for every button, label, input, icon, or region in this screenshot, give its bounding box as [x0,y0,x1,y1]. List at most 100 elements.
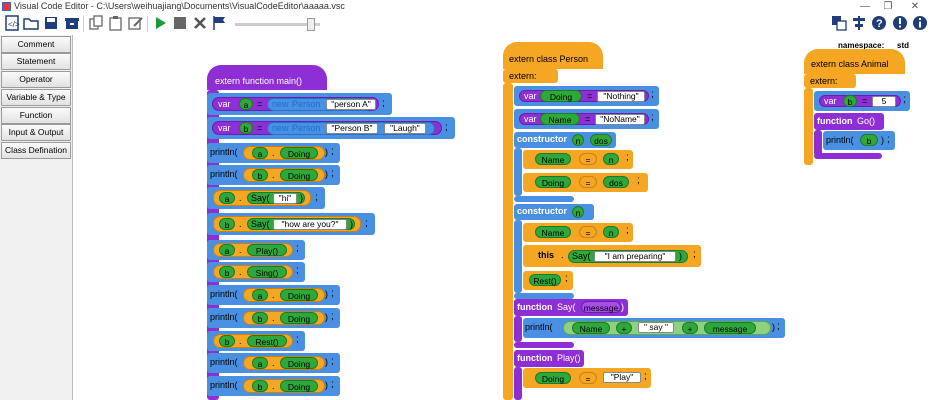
sidebar-item-class-defination[interactable]: Class Defination [1,142,71,159]
person-ctor1-assign-doing[interactable]: Doing = dos ; [523,173,648,192]
toolbar-separator [147,16,148,32]
assign-value: dos [603,176,629,188]
translate-icon[interactable] [830,15,848,33]
object-name: b [219,218,235,230]
person-say-println[interactable]: println( Name + " say " + message ) ; [523,318,785,338]
string-literal[interactable]: "NoName" [595,114,645,125]
semicolon: ; [777,321,780,332]
dot-operator: . [239,219,242,229]
person-class-header[interactable]: extern class Person [503,42,603,69]
close-button[interactable]: ✕ [905,0,925,13]
person-constructor-2-header[interactable]: constructor n [514,204,594,220]
param-dos[interactable]: dos [590,134,612,146]
sidebar-item-function[interactable]: Function [1,107,71,124]
string-literal[interactable]: "Person B" [326,123,378,134]
new-keyword: new [272,123,289,133]
semicolon: ; [445,122,448,133]
close-paren: ) [679,251,682,261]
flag-icon[interactable] [210,15,228,33]
close-paren: ) [325,380,328,390]
run-icon[interactable] [151,15,169,33]
restore-button[interactable]: ❐ [878,0,898,13]
assign-operator: = [579,153,597,165]
code-canvas[interactable]: extern function main() var a = new Person "pe… [74,35,931,400]
main-statement[interactable]: println(b. Doing); [207,376,340,396]
new-file-icon[interactable]: </> [3,15,21,33]
param-message[interactable]: message [581,301,621,313]
sidebar-item-comment[interactable]: Comment [1,36,71,53]
sidebar-item-statement[interactable]: Statement [1,53,71,70]
main-statement[interactable]: println(a. Doing); [207,285,340,305]
person-var-name[interactable]: var Name = "NoName" ; [514,109,659,129]
person-ctor2-rest[interactable]: Rest() ; [523,271,573,290]
person-constructor-1-header[interactable]: constructor n dos [514,132,616,148]
member-name: Doing [280,289,318,301]
animal-function-go-header[interactable]: function Go() [814,113,884,130]
person-class-header-label: extern class Person [509,54,589,64]
close-paren: ) [350,219,353,229]
animal-var-b[interactable]: var b = 5 ; [814,91,910,111]
dot-operator: . [239,193,242,203]
main-statement[interactable]: println(a. Doing); [207,353,340,373]
string-literal[interactable]: "how are you?" [273,219,347,230]
namespace-value[interactable]: std [897,41,909,50]
person-function-say-header[interactable]: function Say( message ) [514,299,628,316]
string-literal[interactable]: "hi" [273,193,297,204]
animal-go-println[interactable]: println( b ) ; [823,131,895,150]
person-ctor2-this-say[interactable]: this . Say( "I am preparing" ) ; [523,245,701,267]
open-folder-icon[interactable] [22,15,40,33]
semicolon: ; [382,98,385,109]
main-statement[interactable]: b. Say("how are you?"); [207,213,375,235]
string-literal[interactable]: "Play" [603,372,641,383]
string-literal[interactable]: " say " [638,322,674,333]
main-statement[interactable]: b. Sing(); [207,262,305,282]
string-literal[interactable]: "I am preparing" [594,251,676,262]
save-icon[interactable] [42,15,60,33]
window-title: Visual Code Editor - C:\Users\weihuajian… [14,1,345,11]
main-statement[interactable]: var b = new Person "Person B" "Laugh"; [207,117,455,139]
animal-class-header[interactable]: extern class Animal [804,49,905,74]
string-literal[interactable]: "Nothing" [597,91,645,102]
main-statement[interactable]: println(a. Doing); [207,143,340,163]
main-statement[interactable]: var a = new Person "person A"; [207,93,392,115]
paste-icon[interactable] [107,15,125,33]
help-icon[interactable]: ? [870,15,888,33]
param-n[interactable]: n [572,134,584,146]
constructor-2-rail [514,220,522,293]
copy-icon[interactable] [87,15,105,33]
param-n[interactable]: n [572,206,584,218]
edit-icon[interactable] [127,15,145,33]
sidebar-item-input-output[interactable]: Input & Output [1,124,71,141]
person-play-assign[interactable]: Doing = "Play" ; [523,368,651,388]
zoom-slider-handle[interactable] [307,18,315,31]
main-statement[interactable]: println(b. Doing); [207,308,340,328]
align-icon[interactable] [850,15,868,33]
person-var-doing[interactable]: var Doing = "Nothing" ; [514,86,659,106]
sidebar-item-variable-type[interactable]: Variable & Type [1,89,71,106]
number-literal[interactable]: 5 [872,96,896,107]
person-class-rail [503,83,513,400]
main-statement[interactable]: println(b. Doing); [207,165,340,185]
close-paren: ) [325,312,328,322]
info-icon[interactable] [911,15,929,33]
person-function-play-header[interactable]: function Play() [514,350,584,367]
person-ctor2-assign-name[interactable]: Name = n ; [523,223,633,242]
member-name: Doing [280,147,318,159]
main-function-header[interactable]: extern function main() [207,65,327,90]
app-icon [2,2,11,11]
person-ctor1-assign-name[interactable]: Name = n ; [523,150,633,169]
main-statement[interactable]: a. Say("hi"); [207,187,325,209]
string-literal[interactable]: "Laugh" [384,123,426,134]
stop-icon[interactable] [171,15,189,33]
clear-icon[interactable] [191,15,209,33]
string-literal[interactable]: "person A" [326,99,376,110]
main-statement[interactable]: a. Play(); [207,240,305,260]
main-statement[interactable]: b. Rest(); [207,331,305,351]
archive-icon[interactable] [63,15,81,33]
zoom-slider[interactable] [235,18,320,31]
minimize-button[interactable]: — [855,0,875,13]
semicolon: ; [331,311,334,322]
person-var-name-pill: var Name = "NoName" [519,113,649,125]
sidebar-item-operator[interactable]: Operator [1,71,71,88]
warning-icon[interactable] [891,15,909,33]
